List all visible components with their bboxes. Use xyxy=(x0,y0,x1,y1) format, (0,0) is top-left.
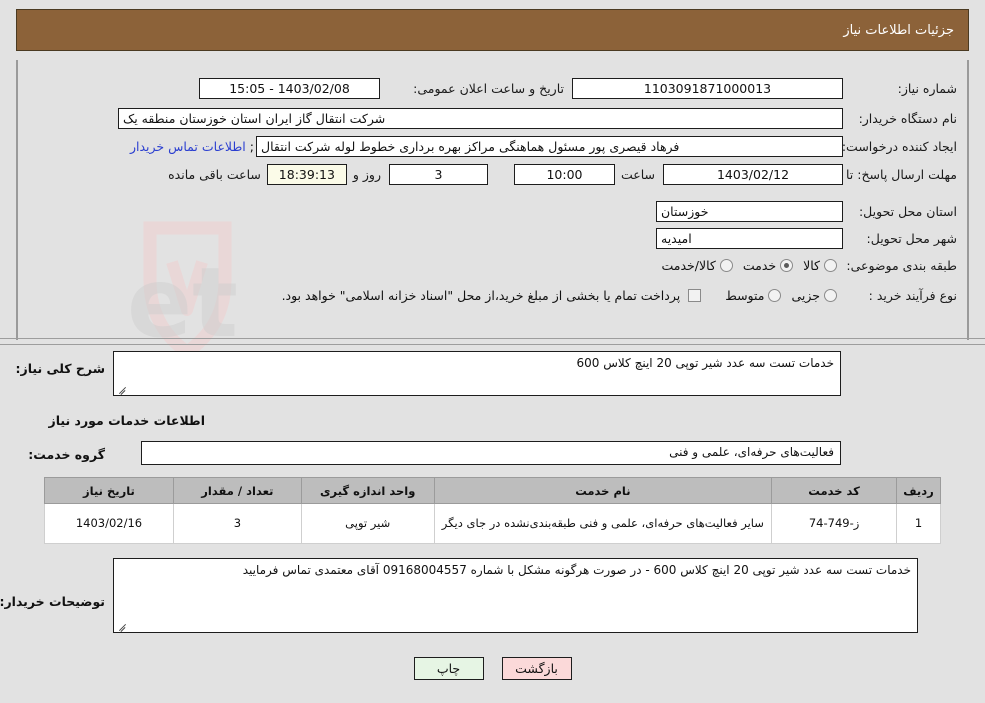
field-row-deadline: مهلت ارسال پاسخ: تا تاریخ: 1403/02/12 سا… xyxy=(168,164,957,185)
field-row-city: شهر محل تحویل: امیدیه xyxy=(656,228,957,249)
need-number-label: شماره نیاز: xyxy=(897,81,957,96)
divider-bottom xyxy=(0,344,985,345)
cell-row-no: 1 xyxy=(896,503,941,544)
creator-value: فرهاد قیصری پور مسئول هماهنگی مراکز بهره… xyxy=(256,136,843,157)
buyer-notes-textarea[interactable]: خدمات تست سه عدد شیر توپی 20 اینچ کلاس 6… xyxy=(113,558,918,633)
need-number-value: 1103091871000013 xyxy=(572,78,843,99)
radio-process-minor-label: جزیی xyxy=(791,288,820,303)
field-row-public-announce: تاریخ و ساعت اعلان عمومی: 1403/02/08 - 1… xyxy=(199,78,564,99)
deadline-hour-label: ساعت xyxy=(620,167,655,182)
service-group-value-box: فعالیت‌های حرفه‌ای، علمی و فنی xyxy=(141,441,841,465)
table-header-row: ردیف کد خدمت نام خدمت واحد اندازه گیری ت… xyxy=(44,477,941,504)
cell-unit: شیر توپی xyxy=(300,503,435,544)
buyer-org-value: شرکت انتقال گاز ایران استان خوزستان منطق… xyxy=(118,108,843,129)
divider-top xyxy=(0,338,985,339)
province-value: خوزستان xyxy=(656,201,843,222)
col-quantity: تعداد / مقدار xyxy=(172,477,302,504)
cell-service-code: ز-749-74 xyxy=(771,503,898,544)
service-group-value: فعالیت‌های حرفه‌ای، علمی و فنی xyxy=(669,445,834,459)
col-service-name: نام خدمت xyxy=(433,477,773,504)
col-row-no: ردیف xyxy=(896,477,941,504)
creator-label: ایجاد کننده درخواست: xyxy=(841,139,957,154)
col-need-date: تاریخ نیاز xyxy=(44,477,174,504)
page-root: ArtaTender.net جزئیات اطلاعات نیاز شماره… xyxy=(0,0,985,703)
remaining-time-countdown: 18:39:13 xyxy=(266,164,347,185)
service-group-label: گروه خدمت: xyxy=(28,447,105,462)
cell-quantity: 3 xyxy=(172,503,302,544)
resize-grip-icon[interactable] xyxy=(117,383,127,393)
buyer-org-label: نام دستگاه خریدار: xyxy=(858,111,957,126)
category-label: طبقه بندی موضوعی: xyxy=(846,258,957,273)
action-buttons: بازگشت چاپ xyxy=(0,657,985,680)
radio-category-goods-label: کالا xyxy=(803,258,820,273)
cell-service-name: سایر فعالیت‌های حرفه‌ای، علمی و فنی طبقه… xyxy=(433,503,773,544)
deadline-hour-value: 10:00 xyxy=(513,164,615,185)
services-heading: اطلاعات خدمات مورد نیاز xyxy=(48,413,206,428)
summary-text: خدمات تست سه عدد شیر توپی 20 اینچ کلاس 6… xyxy=(576,356,834,370)
page-header-bar: جزئیات اطلاعات نیاز xyxy=(16,9,969,51)
field-row-need-number: شماره نیاز: 1103091871000013 xyxy=(572,78,957,99)
summary-textarea[interactable]: خدمات تست سه عدد شیر توپی 20 اینچ کلاس 6… xyxy=(113,351,841,396)
remaining-suffix-label: ساعت باقی مانده xyxy=(168,167,261,182)
remaining-days-value: 3 xyxy=(388,164,488,185)
radio-category-service[interactable] xyxy=(780,259,794,272)
table-row: 1 ز-749-74 سایر فعالیت‌های حرفه‌ای، علمی… xyxy=(44,503,941,544)
need-info-panel: شماره نیاز: 1103091871000013 تاریخ و ساع… xyxy=(16,60,969,340)
resize-grip-icon[interactable] xyxy=(117,620,127,630)
field-row-province: استان محل تحویل: خوزستان xyxy=(656,201,957,222)
radio-process-medium[interactable] xyxy=(768,289,782,302)
field-row-buyer-org: نام دستگاه خریدار: شرکت انتقال گاز ایران… xyxy=(118,108,957,129)
col-unit: واحد اندازه گیری xyxy=(300,477,435,504)
summary-label: شرح کلی نیاز: xyxy=(15,361,105,376)
field-row-category: طبقه بندی موضوعی: کالا خدمت کالا/خدمت xyxy=(651,258,957,273)
checkbox-islamic-treasury-bonds[interactable] xyxy=(688,289,702,302)
radio-category-goods-service[interactable] xyxy=(719,259,733,272)
buyer-contact-link[interactable]: اطلاعات تماس خریدار xyxy=(130,139,246,154)
radio-category-goods-service-label: کالا/خدمت xyxy=(661,258,716,273)
radio-process-minor[interactable] xyxy=(824,289,837,302)
col-service-code: کد خدمت xyxy=(771,477,898,504)
remaining-days-label: روز و xyxy=(352,167,381,182)
province-label: استان محل تحویل: xyxy=(858,204,957,219)
buyer-notes-text: خدمات تست سه عدد شیر توپی 20 اینچ کلاس 6… xyxy=(242,563,911,577)
cell-need-date: 1403/02/16 xyxy=(44,503,174,544)
city-label: شهر محل تحویل: xyxy=(866,231,957,246)
city-value: امیدیه xyxy=(656,228,843,249)
creator-separator: ; xyxy=(249,139,254,154)
public-announce-label: تاریخ و ساعت اعلان عمومی: xyxy=(413,81,564,96)
buyer-notes-label: توضیحات خریدار: xyxy=(0,594,105,609)
services-table: ردیف کد خدمت نام خدمت واحد اندازه گیری ت… xyxy=(44,477,941,544)
radio-category-goods[interactable] xyxy=(824,259,837,272)
public-announce-value: 1403/02/08 - 15:05 xyxy=(199,78,380,99)
back-button[interactable]: بازگشت xyxy=(501,657,572,680)
islamic-treasury-note: پرداخت تمام یا بخشی از مبلغ خرید،از محل … xyxy=(281,288,681,303)
radio-category-service-label: خدمت xyxy=(742,258,777,273)
field-row-process: نوع فرآیند خرید : جزیی متوسط پرداخت تمام… xyxy=(282,288,957,303)
process-label: نوع فرآیند خرید : xyxy=(868,288,957,303)
deadline-label: مهلت ارسال پاسخ: تا تاریخ: xyxy=(812,167,957,182)
field-row-creator: ایجاد کننده درخواست: فرهاد قیصری پور مسئ… xyxy=(130,136,957,157)
page-title: جزئیات اطلاعات نیاز xyxy=(843,22,954,38)
print-button[interactable]: چاپ xyxy=(413,657,484,680)
radio-process-medium-label: متوسط xyxy=(725,288,765,303)
deadline-date-value: 1403/02/12 xyxy=(663,164,843,185)
